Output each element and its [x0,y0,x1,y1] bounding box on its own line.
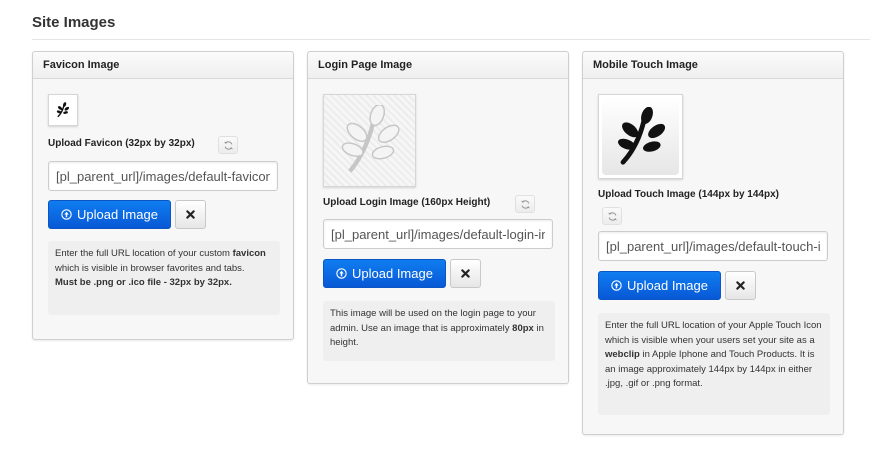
close-icon [186,210,195,219]
favicon-upload-label: Upload Favicon (32px by 32px) [48,138,195,149]
upload-circle-icon [611,280,622,291]
favicon-panel: Favicon Image Upload Favicon (32px by 32… [32,51,294,340]
favicon-help-strong2: Must be .png or .ico file - 32px by 32px… [55,277,232,288]
touch-image-preview [598,94,683,179]
touch-help-p1: Enter the full URL location of your Appl… [605,320,822,346]
favicon-help-p2: which is visible in browser favorites an… [55,262,245,274]
favicon-upload-button[interactable]: Upload Image [48,200,171,229]
favicon-help-strong1: favicon [232,248,266,259]
close-icon [461,269,470,278]
login-refresh-button[interactable] [515,195,535,213]
login-upload-button[interactable]: Upload Image [323,259,446,288]
touch-url-input[interactable] [598,231,828,261]
touch-help-text: Enter the full URL location of your Appl… [598,313,830,415]
favicon-upload-button-label: Upload Image [77,207,158,222]
leaf-icon [341,104,400,173]
touch-upload-button-label: Upload Image [627,278,708,293]
login-upload-label: Upload Login Image (160px Height) [323,197,491,208]
refresh-icon [520,199,530,209]
favicon-refresh-button[interactable] [218,136,238,154]
title-divider [32,39,870,40]
favicon-help-p1: Enter the full URL location of your cust… [55,248,233,259]
favicon-preview [48,94,78,126]
touch-help-strong1: webclip [605,349,640,360]
touch-clear-button[interactable] [725,271,756,300]
login-help-strong1: 80px [512,322,534,334]
touch-panel-title: Mobile Touch Image [583,52,843,79]
login-image-preview [323,94,416,187]
touch-upload-label: Upload Touch Image (144px by 144px) [598,189,779,200]
touch-refresh-button[interactable] [602,207,622,225]
login-panel-title: Login Page Image [308,52,568,79]
refresh-icon [223,140,233,150]
login-help-p1: This image will be used on the login pag… [330,308,536,334]
login-panel: Login Page Image Upload Login Image (160… [307,51,569,384]
login-help-text: This image will be used on the login pag… [323,301,555,361]
favicon-url-input[interactable] [48,161,278,191]
login-url-input[interactable] [323,219,553,249]
favicon-help-text: Enter the full URL location of your cust… [48,241,280,315]
refresh-icon [607,211,617,221]
touch-image-tile [602,98,679,175]
favicon-panel-title: Favicon Image [33,52,293,79]
favicon-clear-button[interactable] [175,200,206,229]
leaf-icon [617,106,665,165]
login-clear-button[interactable] [450,259,481,288]
leaf-icon [56,102,70,118]
upload-circle-icon [336,268,347,279]
upload-circle-icon [61,209,72,220]
login-upload-button-label: Upload Image [352,266,433,281]
touch-upload-button[interactable]: Upload Image [598,271,721,300]
close-icon [736,281,745,290]
touch-panel: Mobile Touch Image Upload Touch Image (1… [582,51,844,435]
page-title: Site Images [32,14,116,31]
